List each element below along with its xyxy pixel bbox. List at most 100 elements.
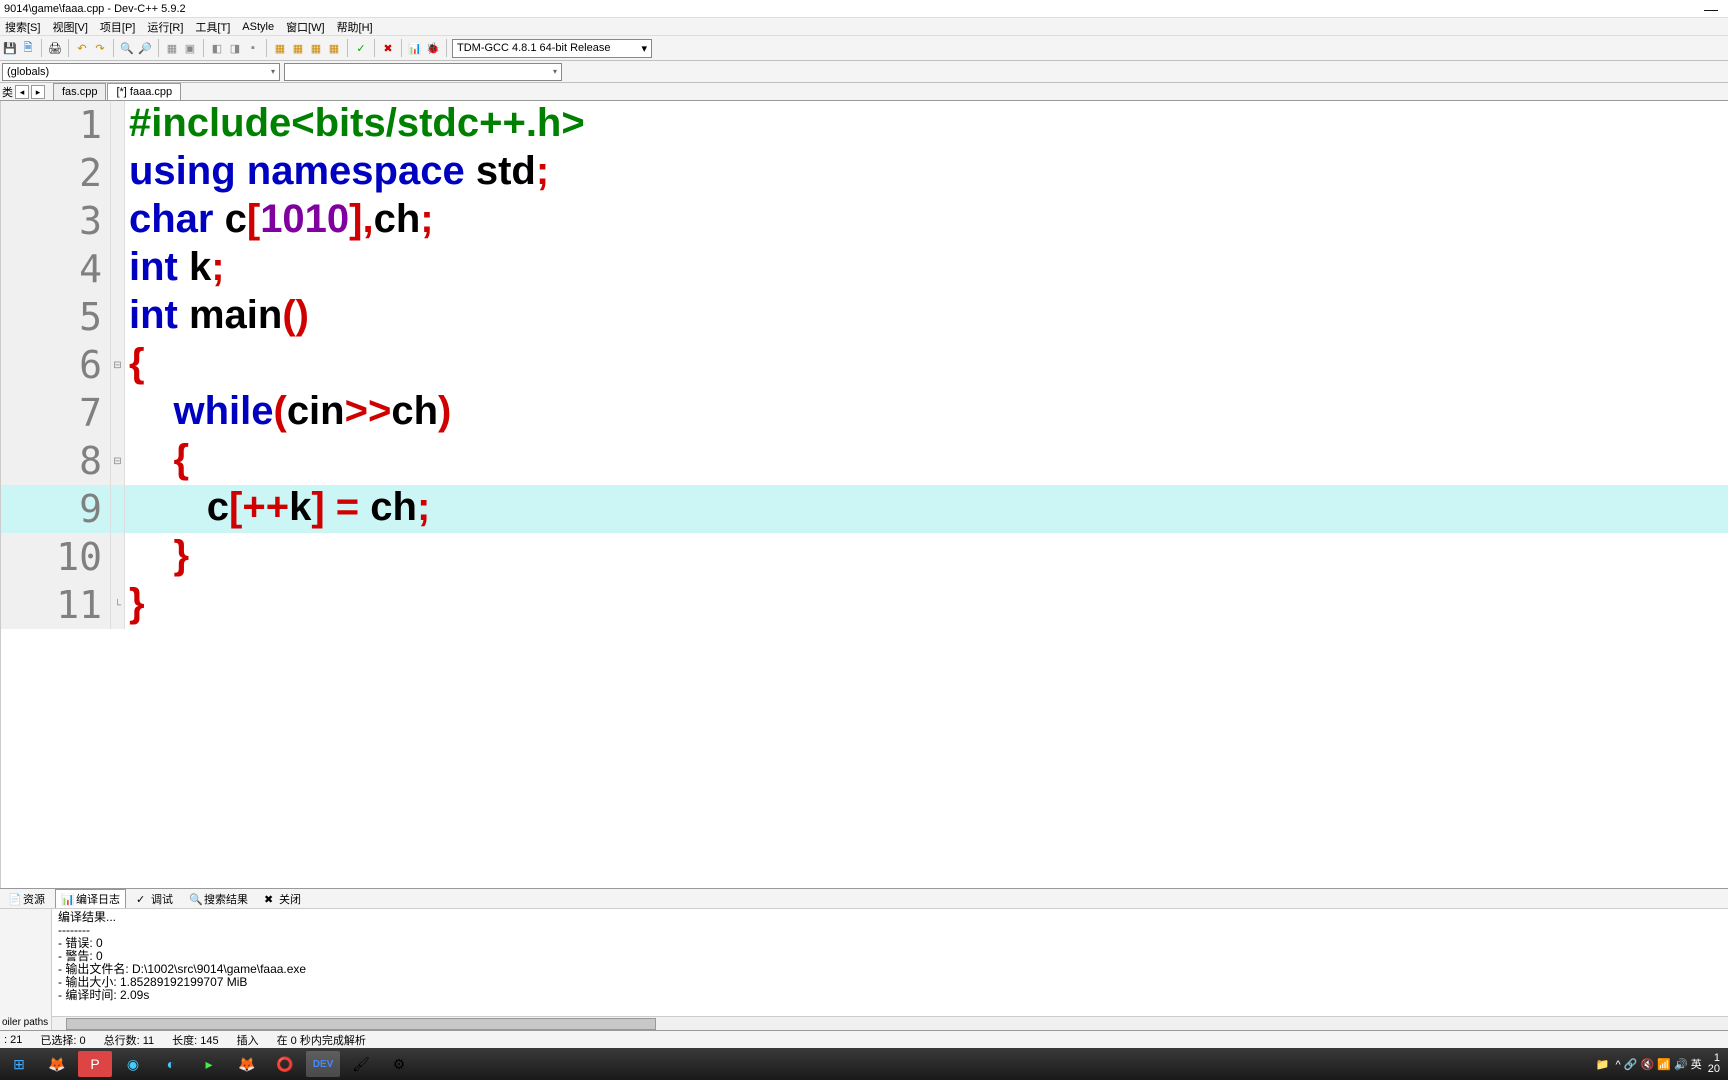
tab-icon: 📊 — [61, 893, 73, 905]
run-icon[interactable]: ▣ — [182, 40, 198, 56]
debug-icon[interactable]: ◧ — [209, 40, 225, 56]
chevron-down-icon: ▾ — [641, 42, 647, 55]
code-line[interactable]: 3char c[1010],ch; — [1, 197, 1728, 245]
grid2-icon[interactable]: ▦ — [290, 40, 306, 56]
output-side-panel[interactable]: oiler paths — [0, 909, 52, 1030]
code-editor[interactable]: 1#include<bits/stdc++.h>2using namespace… — [1, 101, 1728, 888]
fold-marker[interactable]: ⊟ — [111, 341, 125, 389]
menu-view[interactable]: 视图[V] — [49, 19, 90, 35]
start-button[interactable]: ⊞ — [2, 1051, 36, 1077]
minimize-icon[interactable]: — — [1704, 1, 1724, 17]
globals-select[interactable]: (globals) ▾ — [2, 63, 280, 81]
fold-marker — [111, 485, 125, 533]
grid3-icon[interactable]: ▦ — [308, 40, 324, 56]
fold-marker — [111, 101, 125, 149]
code-line[interactable]: 10 } — [1, 533, 1728, 581]
file-tab[interactable]: fas.cpp — [53, 83, 106, 100]
tray-folder-icon[interactable]: 📁 — [1596, 1058, 1610, 1071]
globals-select-value: (globals) — [7, 66, 49, 78]
file-tab-strip: 类 ◂ ▸ fas.cpp[*] faaa.cpp — [0, 83, 1728, 101]
print-icon[interactable]: 🖨 — [47, 40, 63, 56]
code-line[interactable]: 7 while(cin>>ch) — [1, 389, 1728, 437]
grid4-icon[interactable]: ▦ — [326, 40, 342, 56]
tab-label: 调试 — [151, 891, 173, 907]
line-number: 11 — [1, 581, 111, 629]
bottom-tab[interactable]: 📊编译日志 — [55, 889, 126, 909]
menu-help[interactable]: 帮助[H] — [334, 19, 376, 35]
menu-run[interactable]: 运行[R] — [144, 19, 186, 35]
code-line[interactable]: 11└} — [1, 581, 1728, 629]
status-lines: 总行数: 11 — [104, 1032, 155, 1048]
file-tab[interactable]: [*] faaa.cpp — [107, 83, 181, 100]
stop-icon[interactable]: ▪ — [245, 40, 261, 56]
fold-marker[interactable]: ⊟ — [111, 437, 125, 485]
compile-icon[interactable]: ▦ — [164, 40, 180, 56]
bottom-tab[interactable]: 🔍搜索结果 — [183, 889, 254, 909]
taskbar-app-5[interactable]: ▸ — [192, 1051, 226, 1077]
tray-icons[interactable]: ^ 🔗 🔇 📶 🔊 英 — [1616, 1056, 1702, 1072]
taskbar-app-6[interactable]: 🦊 — [230, 1051, 264, 1077]
separator-icon — [203, 39, 204, 57]
code-line[interactable]: 9 c[++k] = ch; — [1, 485, 1728, 533]
menu-window[interactable]: 窗口[W] — [283, 19, 328, 35]
compiler-select[interactable]: TDM-GCC 4.8.1 64-bit Release ▾ — [452, 39, 652, 58]
bottom-tab[interactable]: 📄资源 — [2, 889, 51, 909]
compile-log-text[interactable]: 编译结果... -------- - 错误: 0 - 警告: 0 - 输出文件名… — [52, 909, 1728, 1016]
menu-project[interactable]: 项目[P] — [97, 19, 138, 35]
step-icon[interactable]: ◨ — [227, 40, 243, 56]
main-toolbar: 💾 🗎 🖨 ↶ ↷ 🔍 🔎 ▦ ▣ ◧ ◨ ▪ ▦ ▦ ▦ ▦ ✓ ✖ 📊 🐞 … — [0, 36, 1728, 61]
members-select[interactable]: ▾ — [284, 63, 562, 81]
scrollbar-thumb[interactable] — [66, 1018, 656, 1030]
code-text: #include<bits/stdc++.h> — [125, 101, 585, 151]
menu-search[interactable]: 搜索[S] — [2, 19, 43, 35]
tab-icon: ✓ — [136, 893, 148, 905]
system-tray[interactable]: 📁 ^ 🔗 🔇 📶 🔊 英 1 20 — [1596, 1053, 1726, 1075]
taskbar-app-4[interactable]: ◐ — [154, 1051, 188, 1077]
code-line[interactable]: 4int k; — [1, 245, 1728, 293]
horizontal-scrollbar[interactable] — [52, 1016, 1728, 1030]
taskbar-app-3[interactable]: ◉ — [116, 1051, 150, 1077]
cancel-icon[interactable]: ✖ — [380, 40, 396, 56]
bottom-tab[interactable]: ✓调试 — [130, 889, 179, 909]
code-line[interactable]: 6⊟{ — [1, 341, 1728, 389]
save-all-icon[interactable]: 🗎 — [20, 40, 36, 56]
fold-marker[interactable]: └ — [111, 581, 125, 629]
bottom-tab[interactable]: ✖关闭 — [258, 889, 307, 909]
undo-icon[interactable]: ↶ — [74, 40, 90, 56]
check-icon[interactable]: ✓ — [353, 40, 369, 56]
fold-marker — [111, 245, 125, 293]
save-icon[interactable]: 💾 — [2, 40, 18, 56]
menu-astyle[interactable]: AStyle — [239, 21, 277, 33]
taskbar-app-2[interactable]: P — [78, 1051, 112, 1077]
code-line[interactable]: 8⊟ { — [1, 437, 1728, 485]
menu-tools[interactable]: 工具[T] — [192, 19, 233, 35]
find-icon[interactable]: 🔍 — [119, 40, 135, 56]
taskbar-app-1[interactable]: 🦊 — [40, 1051, 74, 1077]
taskbar-app-devcpp[interactable]: DEV — [306, 1051, 340, 1077]
class-tab-label[interactable]: 类 — [2, 84, 13, 100]
tray-date: 20 — [1708, 1064, 1720, 1075]
taskbar-app-8[interactable]: 🖌 — [344, 1051, 378, 1077]
status-col: : 21 — [4, 1034, 22, 1046]
profile-icon[interactable]: 📊 — [407, 40, 423, 56]
file-tabs-container: fas.cpp[*] faaa.cpp — [53, 83, 182, 100]
taskbar-app-chrome[interactable]: ⭕ — [268, 1051, 302, 1077]
separator-icon — [446, 39, 447, 57]
nav-back-button[interactable]: ◂ — [15, 85, 29, 99]
nav-fwd-button[interactable]: ▸ — [31, 85, 45, 99]
grid1-icon[interactable]: ▦ — [272, 40, 288, 56]
code-line[interactable]: 5int main() — [1, 293, 1728, 341]
debug2-icon[interactable]: 🐞 — [425, 40, 441, 56]
code-text: using namespace std; — [125, 147, 549, 199]
line-number: 5 — [1, 293, 111, 341]
code-line[interactable]: 1#include<bits/stdc++.h> — [1, 101, 1728, 149]
replace-icon[interactable]: 🔎 — [137, 40, 153, 56]
code-text: } — [125, 579, 145, 631]
status-parse: 在 0 秒内完成解析 — [277, 1032, 366, 1048]
fold-marker — [111, 293, 125, 341]
code-line[interactable]: 2using namespace std; — [1, 149, 1728, 197]
menu-bar: 搜索[S] 视图[V] 项目[P] 运行[R] 工具[T] AStyle 窗口[… — [0, 18, 1728, 36]
code-text: } — [125, 531, 189, 583]
redo-icon[interactable]: ↷ — [92, 40, 108, 56]
taskbar-app-9[interactable]: ⚙ — [382, 1051, 416, 1077]
